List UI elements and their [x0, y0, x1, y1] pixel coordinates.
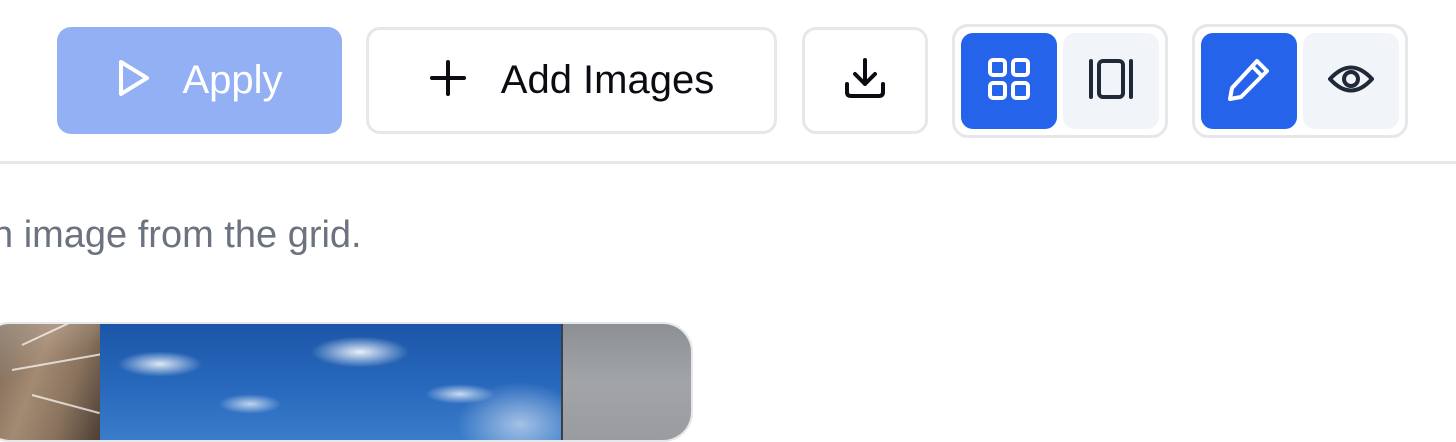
single-view-button[interactable] — [1063, 33, 1159, 129]
play-icon — [116, 58, 152, 103]
image-grid — [0, 322, 693, 442]
plus-icon — [429, 59, 467, 102]
toolbar: Apply Add Images — [0, 0, 1456, 162]
image-tile-gray[interactable] — [561, 324, 691, 440]
view-toggle — [952, 24, 1168, 138]
image-tile-cat[interactable] — [0, 324, 101, 440]
grid-view-button[interactable] — [961, 33, 1057, 129]
add-images-button-label: Add Images — [500, 58, 715, 102]
image-tile-sky[interactable] — [100, 324, 561, 440]
toolbar-divider — [0, 161, 1456, 164]
grid-icon — [988, 57, 1030, 105]
helper-text: n image from the grid. — [0, 214, 362, 256]
preview-mode-button[interactable] — [1303, 33, 1399, 129]
mode-toggle — [1192, 24, 1408, 138]
apply-button-label: Apply — [182, 58, 283, 102]
eye-icon — [1328, 62, 1374, 101]
download-icon — [843, 56, 887, 105]
single-view-icon — [1087, 57, 1135, 106]
edit-mode-button[interactable] — [1201, 33, 1297, 129]
apply-button[interactable]: Apply — [57, 27, 342, 134]
pencil-icon — [1226, 56, 1272, 107]
download-button[interactable] — [802, 27, 928, 134]
add-images-button[interactable]: Add Images — [366, 27, 777, 134]
